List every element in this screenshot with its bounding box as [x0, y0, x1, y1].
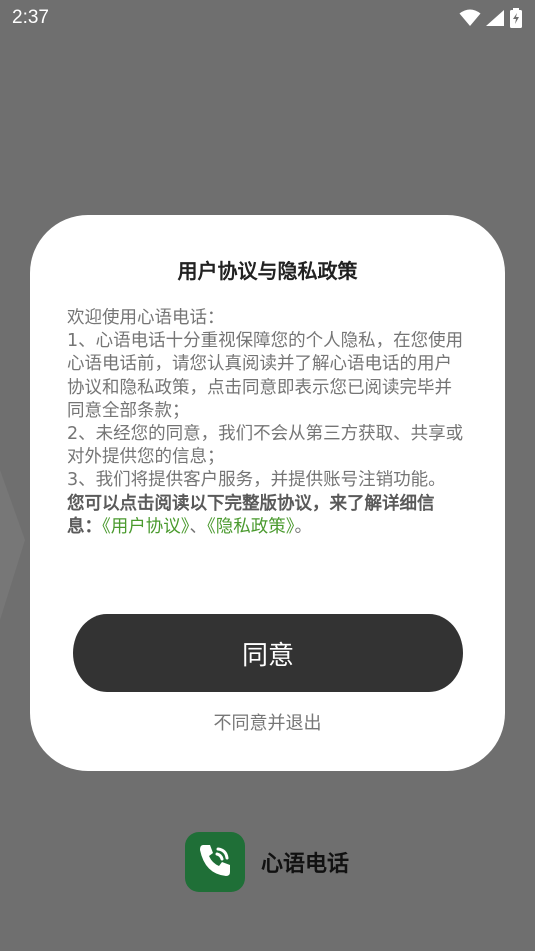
privacy-policy-link[interactable]: 《隐私政策》: [207, 517, 295, 537]
link-separator: 、: [189, 516, 208, 537]
dialog-body: 欢迎使用心语电话： 1、心语电话十分重视保障您的个人隐私，在您使用心语电话前，请…: [67, 307, 467, 539]
agreement-item-3: 3、我们将提供客户服务，并提供账号注销功能。: [67, 470, 446, 491]
read-more-paragraph: 您可以点击阅读以下完整版协议，来了解详细信息：《用户协议》、《隐私政策》。: [67, 493, 467, 539]
end-punctuation: 。: [294, 516, 313, 537]
user-agreement-link[interactable]: 《用户协议》: [102, 517, 190, 537]
agreement-item-1: 1、心语电话十分重视保障您的个人隐私，在您使用心语电话前，请您认真阅读并了解心语…: [67, 331, 464, 421]
agreement-item-2: 2、未经您的同意，我们不会从第三方获取、共享或对外提供您的信息；: [67, 424, 464, 468]
status-icons: [459, 8, 523, 28]
decline-and-exit-button[interactable]: 不同意并退出: [30, 709, 505, 735]
status-time: 2:37: [12, 7, 49, 28]
agreement-dialog: 用户协议与隐私政策 欢迎使用心语电话： 1、心语电话十分重视保障您的个人隐私，在…: [30, 215, 505, 771]
app-name: 心语电话: [261, 852, 350, 877]
dialog-title: 用户协议与隐私政策: [177, 259, 358, 283]
signal-icon: [485, 9, 505, 27]
app-logo: [185, 832, 245, 892]
battery-charging-icon: [509, 8, 523, 28]
phone-icon: [195, 840, 235, 884]
brand: 心语电话: [185, 832, 349, 892]
greeting-text: 欢迎使用心语电话：: [67, 308, 225, 328]
status-bar: 2:37: [0, 0, 535, 36]
agree-button[interactable]: 同意: [73, 614, 463, 692]
wifi-icon: [459, 9, 481, 27]
